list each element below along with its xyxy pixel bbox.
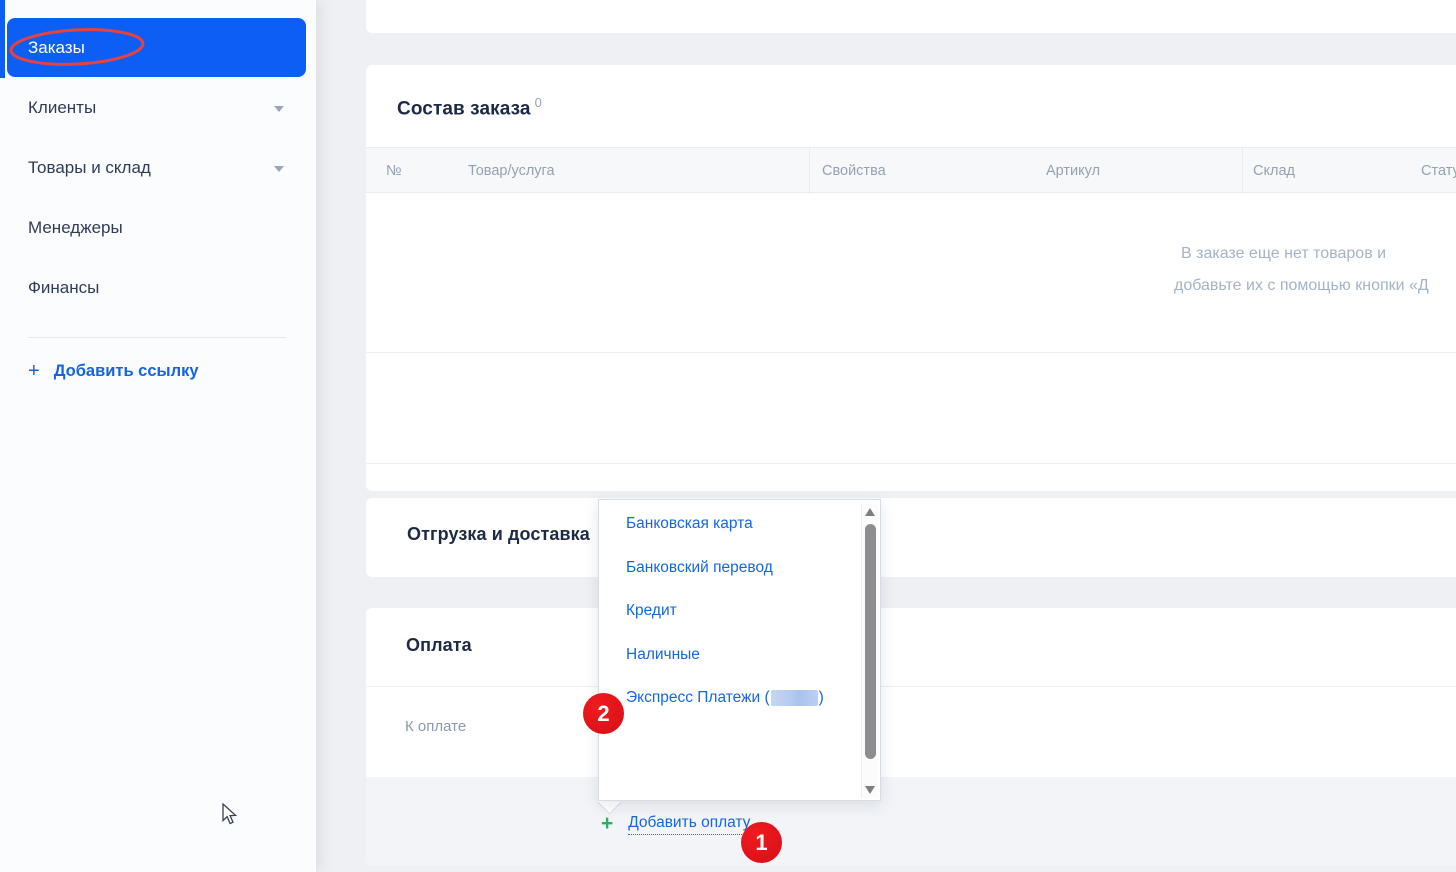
sidebar-item-clients[interactable]: Клиенты [0, 86, 316, 130]
sidebar-item-label: Финансы [28, 278, 100, 297]
top-card-partial [366, 0, 1456, 33]
order-table-header: № Товар/услуга Свойства Артикул Склад Ст… [366, 147, 1456, 194]
scroll-down-arrow-icon[interactable] [865, 786, 875, 794]
sidebar-item-products[interactable]: Товары и склад [0, 146, 316, 190]
shipping-title: Отгрузка и доставка [407, 524, 590, 544]
column-header-product: Товар/услуга [468, 163, 555, 179]
column-header-warehouse: Склад [1253, 163, 1295, 179]
chevron-down-icon [274, 166, 284, 172]
shipping-card: Отгрузка и доставка [366, 498, 1456, 577]
sidebar-item-label: Менеджеры [28, 218, 123, 237]
column-header-sku: Артикул [1046, 163, 1101, 179]
add-payment-button[interactable]: + Добавить оплату [601, 810, 751, 838]
plus-icon: + [28, 359, 40, 382]
payment-card: Оплата К оплате [366, 608, 1456, 866]
column-divider [809, 148, 810, 194]
dropdown-scrollbar[interactable] [861, 504, 878, 798]
card-divider [366, 463, 1456, 464]
payment-title: Оплата [406, 635, 472, 655]
sidebar-item-managers[interactable]: Менеджеры [0, 206, 316, 250]
annotation-badge-1: 1 [741, 822, 782, 863]
payment-card-footer [366, 777, 1456, 866]
active-indicator-strip [0, 0, 5, 78]
card-divider [366, 352, 1456, 353]
column-divider [1242, 148, 1243, 194]
sidebar-divider [28, 337, 286, 338]
add-link-label: Добавить ссылку [53, 361, 199, 380]
dropdown-item-bank-card[interactable]: Банковская карта [626, 513, 753, 535]
add-payment-label: Добавить оплату [628, 814, 751, 835]
plus-icon: + [601, 812, 614, 835]
sidebar-item-orders[interactable]: Заказы [7, 18, 306, 77]
dropdown-item-bank-transfer[interactable]: Банковский перевод [626, 557, 773, 579]
chevron-down-icon [274, 106, 284, 112]
express-label-prefix: Экспресс Платежи ( [626, 689, 770, 706]
order-items-count: 0 [534, 95, 542, 110]
dropdown-item-credit[interactable]: Кредит [626, 600, 677, 622]
card-divider [366, 686, 1456, 687]
add-link-button[interactable]: + Добавить ссылку [28, 358, 199, 384]
dropdown-item-cash[interactable]: Наличные [626, 644, 700, 666]
empty-state-line2: добавьте их с помощью кнопки «Д [1174, 277, 1429, 294]
express-label-suffix: ) [818, 689, 824, 706]
column-header-status: Статус [1421, 163, 1456, 179]
empty-state-line1: В заказе еще нет товаров и [1181, 245, 1387, 262]
scroll-up-arrow-icon[interactable] [865, 508, 875, 516]
scrollbar-thumb[interactable] [865, 524, 876, 759]
sidebar-item-finance[interactable]: Финансы [0, 266, 316, 310]
order-items-title: Состав заказа 0 [397, 95, 542, 120]
payment-method-dropdown: Банковская карта Банковский перевод Кред… [598, 499, 881, 801]
column-header-number: № [386, 163, 402, 179]
to-pay-label: К оплате [405, 718, 467, 735]
sidebar-item-label: Товары и склад [28, 158, 151, 177]
column-header-props: Свойства [822, 163, 886, 179]
redacted-blur [770, 690, 818, 706]
annotation-badge-2: 2 [583, 693, 624, 734]
sidebar-item-label: Клиенты [28, 98, 97, 117]
order-items-card: Состав заказа 0 № Товар/услуга Свойства А… [366, 65, 1456, 491]
dropdown-item-express-payments[interactable]: Экспресс Платежи () [626, 687, 824, 709]
sidebar: Заказы Клиенты Товары и склад Менеджеры … [0, 0, 316, 872]
sidebar-item-label: Заказы [28, 37, 85, 57]
